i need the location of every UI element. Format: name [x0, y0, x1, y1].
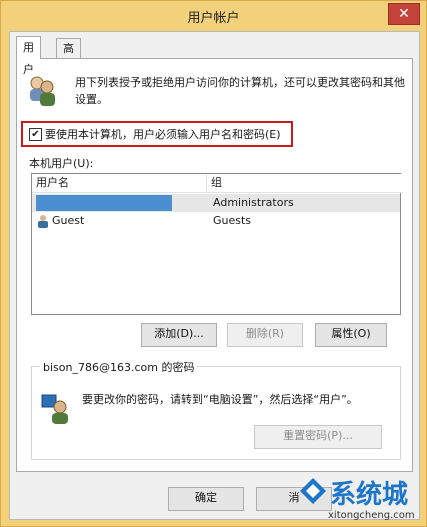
dialog-content: 用户 高级 用下列表授予或拒绝用户访问你的计算机，还可以更改其密码和其他设置。 … [9, 31, 420, 520]
column-header-group[interactable]: 组 [207, 174, 403, 193]
tab-users[interactable]: 用户 [16, 36, 41, 76]
close-button[interactable]: ✕ [388, 3, 420, 25]
users-table[interactable]: 用户名 组 Administrators Guest Guests [31, 173, 403, 315]
password-instructions: 要更改你的密码，请转到“电脑设置”，然后选择“用户”。 [82, 393, 358, 406]
table-row[interactable]: Administrators [32, 194, 400, 212]
reset-password-button[interactable]: 重置密码(P)... [254, 425, 382, 449]
guest-user-label: Guest [52, 214, 85, 227]
add-user-button[interactable]: 添加(D)... [141, 323, 217, 347]
column-header-username[interactable]: 用户名 [32, 174, 207, 193]
remove-user-button[interactable]: 删除(R) [227, 323, 303, 347]
watermark-logo-icon [300, 478, 326, 504]
password-group-title: bison_786@163.com 的密码 [40, 359, 198, 375]
intro-text: 用下列表授予或拒绝用户访问你的计算机，还可以更改其密码和其他设置。 [75, 76, 405, 106]
password-group: bison_786@163.com 的密码 要更改你的密码，请转到“电脑设置”，… [31, 359, 401, 460]
window-title: 用户帐户 [187, 11, 240, 26]
user-accounts-window: 用户帐户 ✕ 用户 高级 用下列表授予或拒绝用户访问你的计算机，还可以更改其密码… [0, 0, 427, 527]
require-login-checkbox[interactable]: ✔ [29, 128, 42, 141]
tab-advanced[interactable]: 高级 [56, 38, 81, 75]
users-tab-panel: 用下列表授予或拒绝用户访问你的计算机，还可以更改其密码和其他设置。 ✔ 要使用本… [16, 58, 413, 472]
require-login-label[interactable]: 要使用本计算机，用户必须输入用户名和密码(E) [45, 126, 281, 142]
user-name-cell: Guest [36, 212, 202, 230]
title-bar[interactable]: 用户帐户 ✕ [1, 1, 426, 31]
local-users-label: 本机用户(U): [29, 157, 94, 170]
selected-user-name [36, 195, 172, 211]
user-password-icon [41, 394, 68, 424]
user-name-cell [36, 194, 202, 212]
site-watermark: 系统城 xitongcheng.com [298, 472, 426, 526]
guest-user-icon [38, 215, 48, 228]
watermark-text: 系统城 [330, 480, 409, 510]
properties-button[interactable]: 属性(O) [315, 323, 387, 347]
ok-button[interactable]: 确定 [168, 487, 244, 511]
watermark-url: xitongcheng.com [328, 510, 415, 521]
table-row[interactable]: Guest Guests [32, 212, 400, 230]
user-group-cell: Administrators [213, 196, 294, 209]
require-login-option[interactable]: ✔ 要使用本计算机，用户必须输入用户名和密码(E) [21, 121, 293, 147]
user-group-cell: Guests [213, 214, 252, 227]
